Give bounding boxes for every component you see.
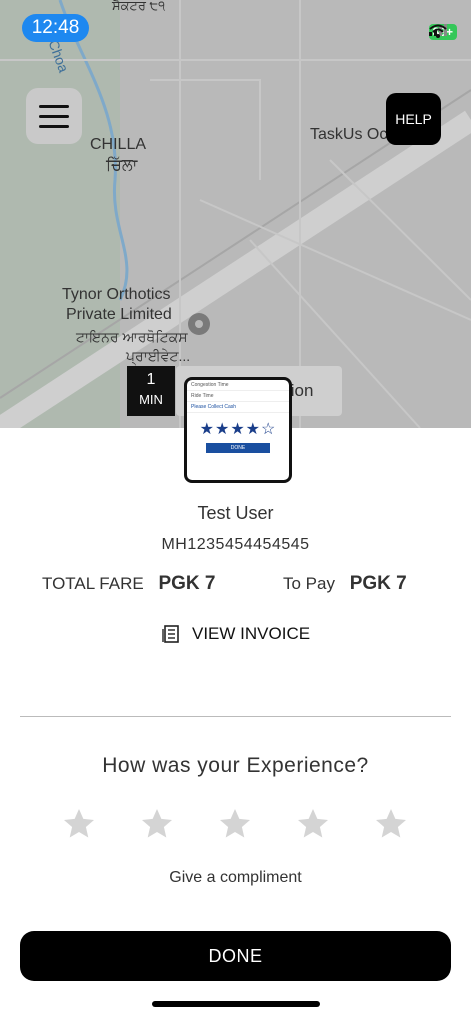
- invoice-icon: [162, 625, 179, 643]
- home-indicator: [152, 1001, 320, 1007]
- map-label-tynor-3: ਟਾਇਨਰ ਆਰਥੋਟਿਕਸ: [76, 329, 188, 345]
- hamburger-icon: [39, 104, 69, 108]
- star-icon-2[interactable]: [139, 806, 175, 842]
- fare-row: TOTAL FARE PGK 7 To Pay PGK 7: [42, 573, 422, 597]
- status-time: 12:48: [22, 14, 89, 42]
- eta-value: 1: [146, 371, 156, 388]
- rating-stars: [0, 806, 471, 846]
- thumb-row: Congestion Time: [187, 380, 289, 391]
- to-pay: To Pay PGK 7: [283, 573, 407, 595]
- to-pay-label: To Pay: [283, 574, 335, 593]
- user-name: Test User: [197, 503, 274, 523]
- star-icon-4[interactable]: [295, 806, 331, 842]
- give-compliment-link[interactable]: Give a compliment: [0, 869, 471, 887]
- map-label-tynor-4: ਪ੍ਰਾਈਵੇਟ...: [126, 348, 191, 364]
- map-label-tynor-2: Private Limited: [66, 306, 172, 323]
- menu-button[interactable]: [26, 88, 82, 144]
- vehicle-plate: MH1235454454545: [161, 536, 310, 553]
- total-fare: TOTAL FARE PGK 7: [42, 573, 215, 595]
- help-button[interactable]: HELP: [386, 93, 441, 145]
- divider: [20, 716, 451, 717]
- status-bar: 12:48 89+: [0, 0, 471, 56]
- total-fare-value: PGK 7: [158, 573, 216, 594]
- star-icon-1[interactable]: [61, 806, 97, 842]
- thumb-row: Ride Time: [187, 391, 289, 402]
- map-label-chilla: CHILLA: [90, 136, 147, 153]
- ride-screenshot-thumbnail[interactable]: Congestion Time Ride Time Please Collect…: [184, 377, 292, 483]
- view-invoice-label: VIEW INVOICE: [192, 624, 311, 643]
- to-pay-value: PGK 7: [349, 573, 407, 594]
- thumb-row: Please Collect Cash: [187, 402, 289, 413]
- wifi-icon: [428, 24, 447, 38]
- total-fare-label: TOTAL FARE: [42, 574, 144, 593]
- view-invoice-link[interactable]: VIEW INVOICE: [162, 624, 310, 644]
- map-roads: [0, 0, 471, 428]
- star-icon-3[interactable]: [217, 806, 253, 842]
- map-label-chilla-punjabi: ਚਿੱਲਾ: [106, 157, 138, 174]
- map-label-tynor: Tynor Orthotics: [62, 286, 171, 303]
- status-icons: 89+: [428, 24, 457, 40]
- rating-question: How was your Experience?: [102, 754, 369, 777]
- map-view[interactable]: ਸੈਕਟਰ ੮੧ Choa CHILLA ਚਿੱਲਾ TaskUs Oc oha…: [0, 0, 471, 428]
- done-button[interactable]: DONE: [20, 931, 451, 981]
- star-icon-5[interactable]: [373, 806, 409, 842]
- thumb-stars: ★★★★☆: [199, 421, 277, 438]
- eta-unit: MIN: [139, 392, 163, 407]
- eta-badge: 1 MIN: [127, 366, 175, 416]
- thumb-done: DONE: [206, 443, 270, 453]
